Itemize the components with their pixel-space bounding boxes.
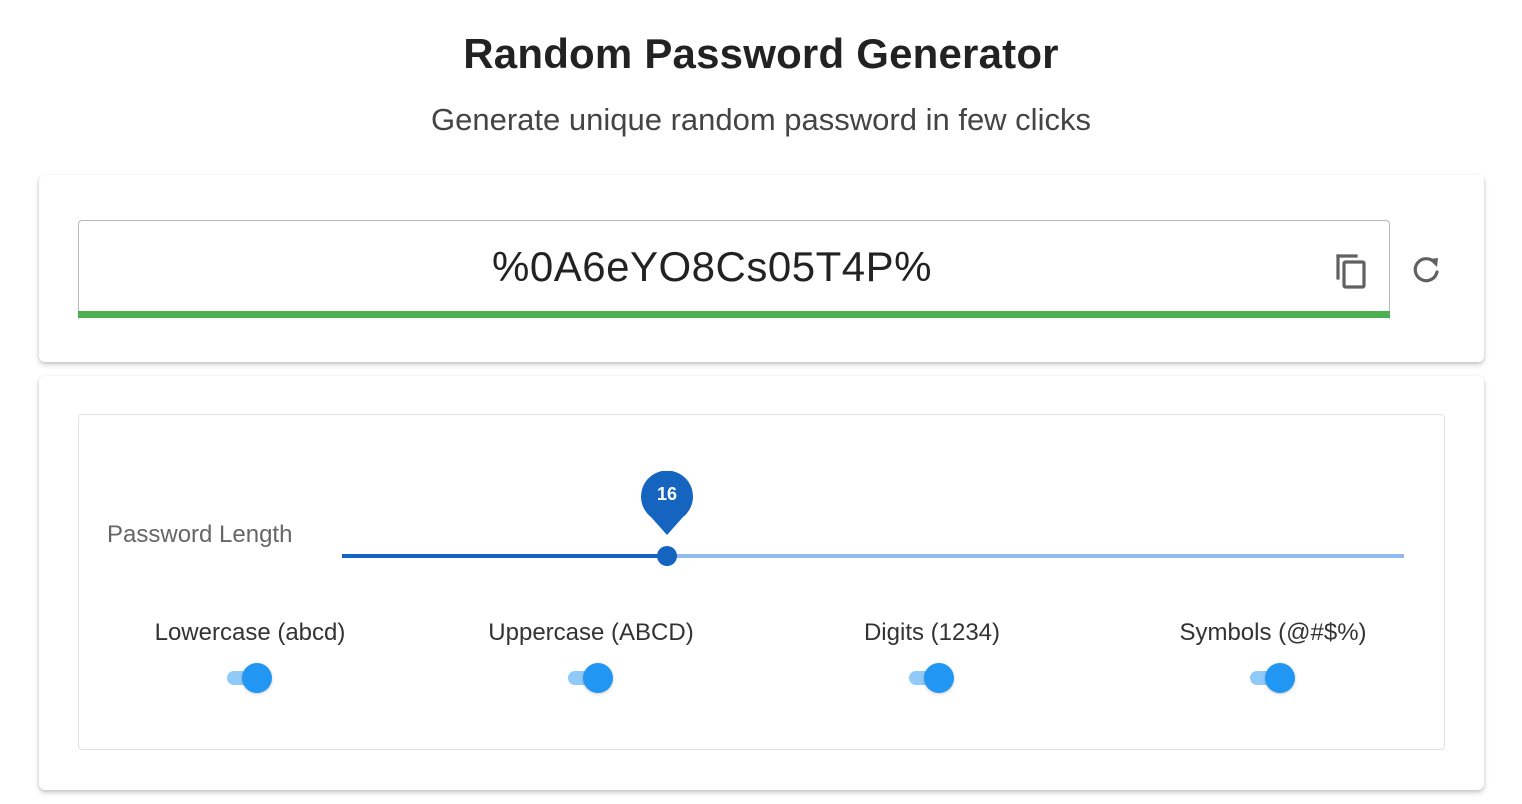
slider-value-label: 16 [656, 484, 678, 504]
password-field[interactable]: %0A6eYO8Cs05T4P% [78, 220, 1390, 319]
toggle-knob[interactable] [242, 663, 272, 693]
page-title: Random Password Generator [463, 30, 1059, 77]
uppercase-toggle[interactable] [566, 661, 616, 695]
toggle-group-lowercase: Lowercase (abcd) [80, 619, 420, 700]
digits-toggle[interactable] [907, 661, 957, 695]
slider-track-filled[interactable] [342, 554, 667, 558]
symbols-label: Symbols (@#$%) [1179, 619, 1367, 646]
copy-icon[interactable] [1334, 252, 1368, 290]
toggle-group-symbols: Symbols (@#$%) [1103, 619, 1443, 700]
refresh-icon[interactable] [1409, 253, 1443, 287]
password-strength-bar [78, 311, 1390, 318]
toggle-knob[interactable] [1265, 663, 1295, 693]
symbols-toggle[interactable] [1248, 661, 1298, 695]
uppercase-label: Uppercase (ABCD) [488, 619, 694, 646]
lowercase-toggle[interactable] [225, 661, 275, 695]
options-panel: Password Length 16 Lowercase (abcd) Uppe… [78, 414, 1445, 750]
slider-thumb[interactable] [657, 546, 677, 566]
toggle-knob[interactable] [924, 663, 954, 693]
password-card: %0A6eYO8Cs05T4P% [39, 175, 1484, 362]
toggle-group-digits: Digits (1234) [762, 619, 1102, 700]
toggle-knob[interactable] [583, 663, 613, 693]
digits-label: Digits (1234) [863, 619, 1001, 646]
options-card: Password Length 16 Lowercase (abcd) Uppe… [39, 376, 1484, 790]
password-output[interactable]: %0A6eYO8Cs05T4P% [79, 243, 1345, 291]
toggle-group-uppercase: Uppercase (ABCD) [421, 619, 761, 700]
page-subtitle: Generate unique random password in few c… [431, 102, 1091, 137]
password-length-slider[interactable]: 16 [342, 470, 1404, 566]
lowercase-label: Lowercase (abcd) [154, 619, 346, 646]
slider-value-bubble: 16 [640, 470, 694, 537]
password-length-label: Password Length [107, 521, 293, 548]
